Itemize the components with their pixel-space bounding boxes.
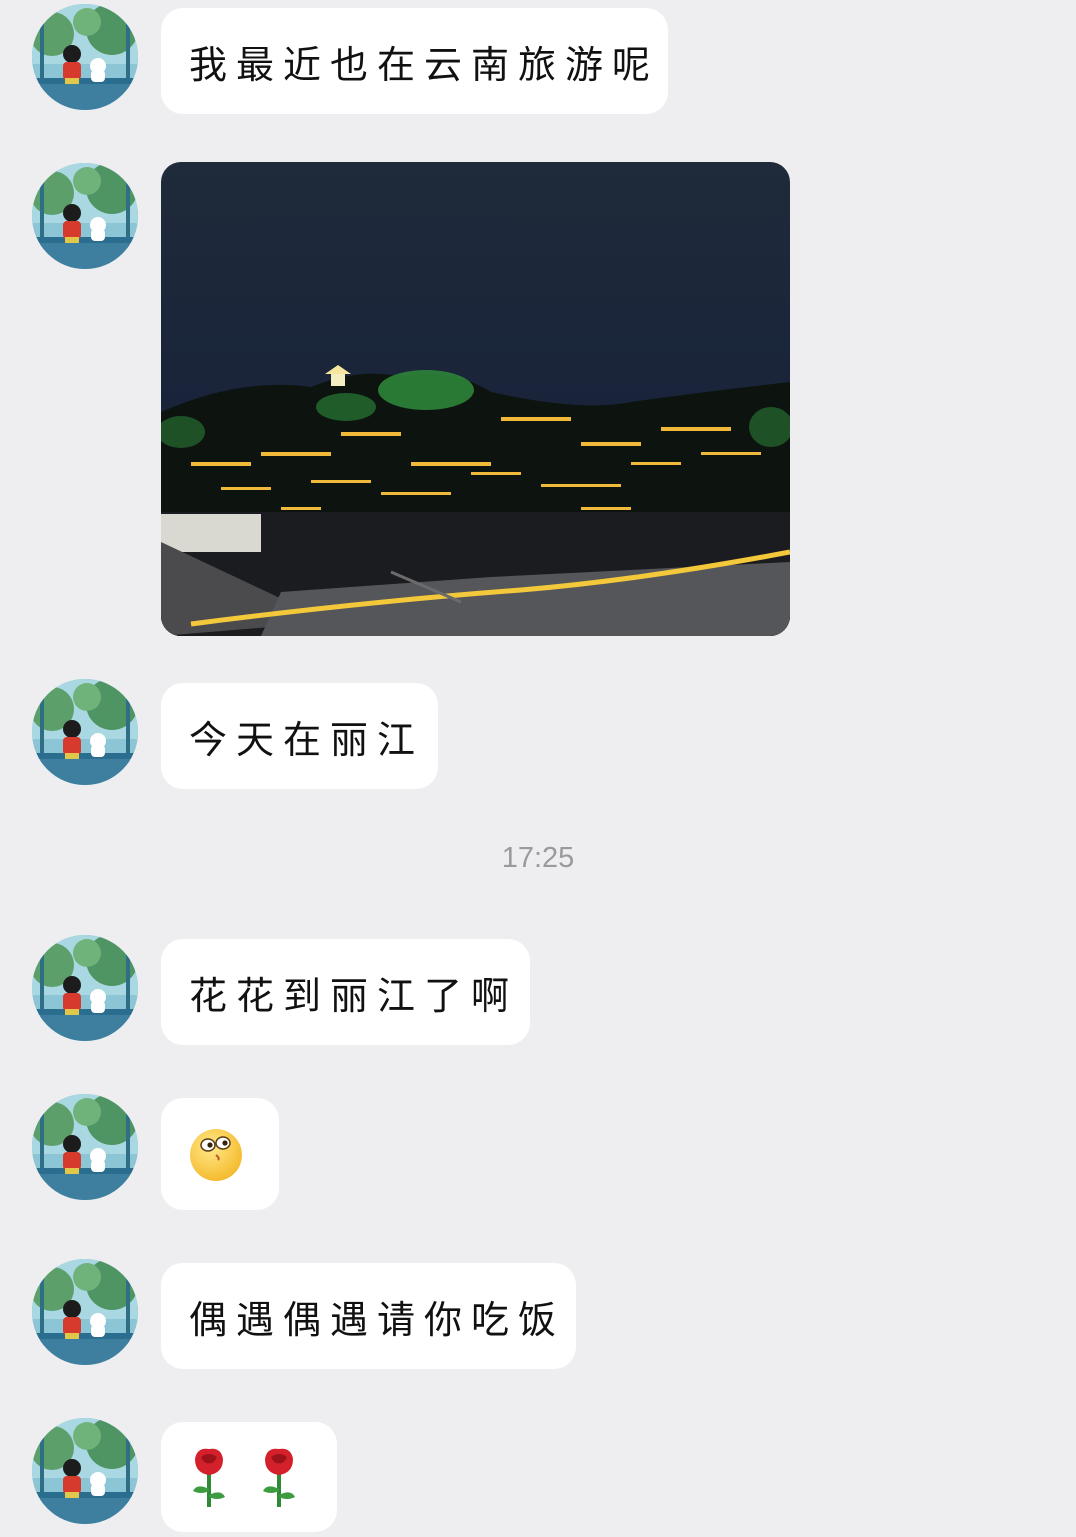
- message-bubble[interactable]: 我最近也在云南旅游呢: [161, 8, 668, 114]
- sticker-bubble[interactable]: [161, 1098, 279, 1210]
- contact-avatar[interactable]: [32, 935, 138, 1041]
- contact-avatar[interactable]: [32, 1259, 138, 1365]
- smiley-emoji-icon: [190, 1129, 242, 1181]
- rose-emoji-icon: [263, 1448, 295, 1507]
- contact-avatar[interactable]: [32, 4, 138, 110]
- night-town-photo: [161, 162, 790, 636]
- rose-emoji-icon: [193, 1448, 225, 1507]
- avatar-image: [32, 1094, 138, 1200]
- contact-avatar[interactable]: [32, 163, 138, 269]
- message-text: 偶遇偶遇请你吃饭: [189, 1297, 566, 1342]
- avatar-image: [32, 1418, 138, 1524]
- message-bubble[interactable]: 花花到丽江了啊: [161, 939, 530, 1045]
- timestamp: 17:25: [501, 842, 575, 874]
- message-bubble[interactable]: 偶遇偶遇请你吃饭: [161, 1263, 576, 1369]
- photo-message[interactable]: [161, 162, 790, 636]
- contact-avatar[interactable]: [32, 1094, 138, 1200]
- message-text: 我最近也在云南旅游呢: [189, 42, 660, 87]
- avatar-image: [32, 4, 138, 110]
- sticker-bubble[interactable]: [161, 1422, 337, 1532]
- message-text: 今天在丽江: [189, 717, 425, 762]
- message-bubble[interactable]: 今天在丽江: [161, 683, 438, 789]
- avatar-image: [32, 163, 138, 269]
- avatar-image: [32, 935, 138, 1041]
- avatar-image: [32, 1259, 138, 1365]
- contact-avatar[interactable]: [32, 679, 138, 785]
- avatar-image: [32, 679, 138, 785]
- contact-avatar[interactable]: [32, 1418, 138, 1524]
- message-text: 花花到丽江了啊: [189, 973, 519, 1018]
